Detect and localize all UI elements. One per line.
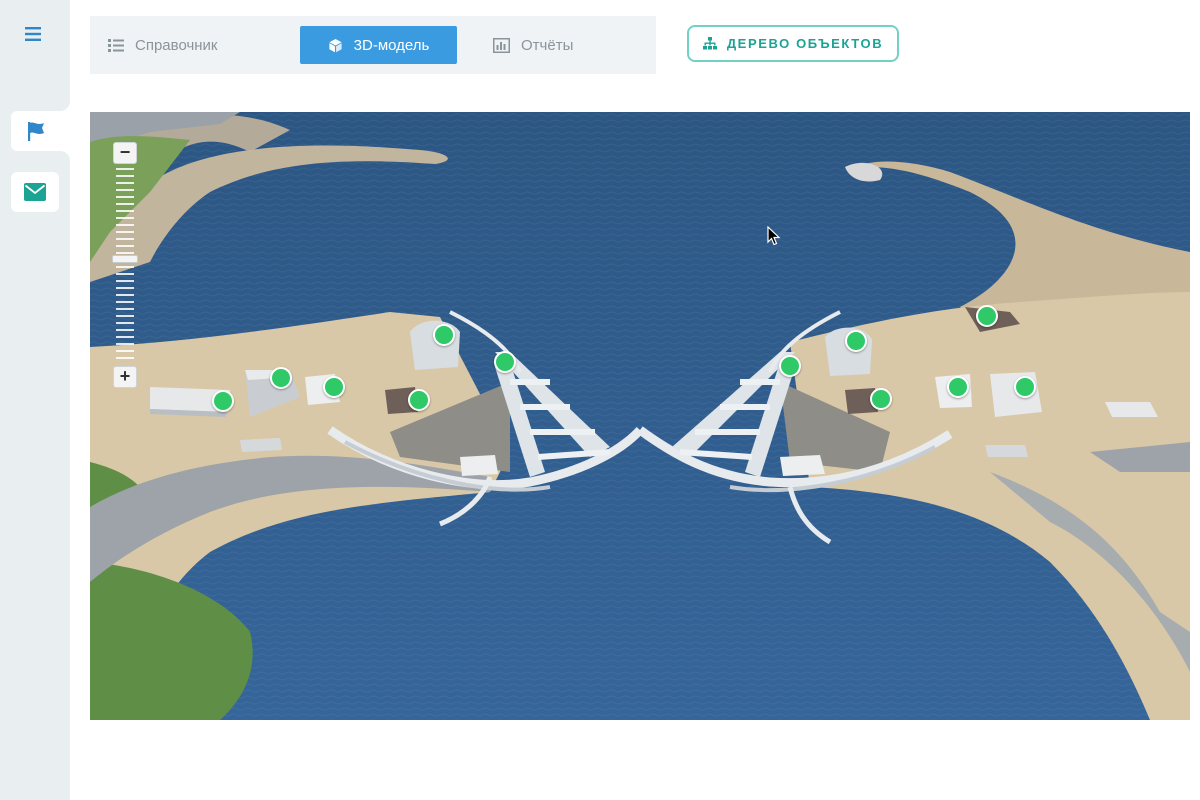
3d-model-viewport[interactable]: − + — [90, 112, 1190, 720]
cube-icon — [328, 38, 343, 53]
object-tree-label: ДЕРЕВО ОБЪЕКТОВ — [726, 36, 884, 51]
object-marker[interactable] — [494, 351, 516, 373]
object-marker[interactable] — [408, 389, 430, 411]
envelope-icon — [24, 183, 46, 201]
object-marker[interactable] — [947, 376, 969, 398]
tab-reference[interactable]: Справочник — [108, 26, 218, 64]
object-marker[interactable] — [870, 388, 892, 410]
zoom-slider-thumb[interactable] — [112, 254, 138, 263]
object-marker[interactable] — [845, 330, 867, 352]
harbor-3d-scene — [90, 112, 1190, 720]
object-tree-button[interactable]: ДЕРЕВО ОБЪЕКТОВ — [687, 25, 899, 62]
zoom-slider-track[interactable] — [116, 168, 134, 364]
hierarchy-icon — [702, 37, 717, 50]
tab-reports[interactable]: Отчёты — [493, 26, 573, 64]
zoom-control: − + — [112, 142, 138, 392]
sidebar-item-flags[interactable] — [11, 111, 70, 151]
object-marker[interactable] — [433, 324, 455, 346]
object-marker[interactable] — [976, 305, 998, 327]
list-icon — [108, 38, 124, 52]
tab-label: Отчёты — [521, 36, 574, 54]
object-marker[interactable] — [323, 376, 345, 398]
flag-icon — [25, 120, 47, 142]
object-marker[interactable] — [212, 390, 234, 412]
sidebar-item-messages[interactable] — [11, 172, 59, 212]
view-tab-bar: Справочник 3D-модель Отчёты — [90, 16, 656, 74]
mouse-cursor-icon — [767, 225, 781, 251]
tab-3d-model[interactable]: 3D-модель — [300, 26, 457, 64]
tab-label: Справочник — [135, 36, 218, 54]
hamburger-menu-icon[interactable] — [18, 22, 48, 46]
bar-chart-icon — [493, 37, 510, 53]
zoom-out-button[interactable]: − — [113, 142, 137, 164]
object-marker[interactable] — [779, 355, 801, 377]
sidebar — [0, 0, 70, 800]
tab-label: 3D-модель — [353, 36, 430, 54]
zoom-in-button[interactable]: + — [113, 366, 137, 388]
object-marker[interactable] — [1014, 376, 1036, 398]
object-marker[interactable] — [270, 367, 292, 389]
